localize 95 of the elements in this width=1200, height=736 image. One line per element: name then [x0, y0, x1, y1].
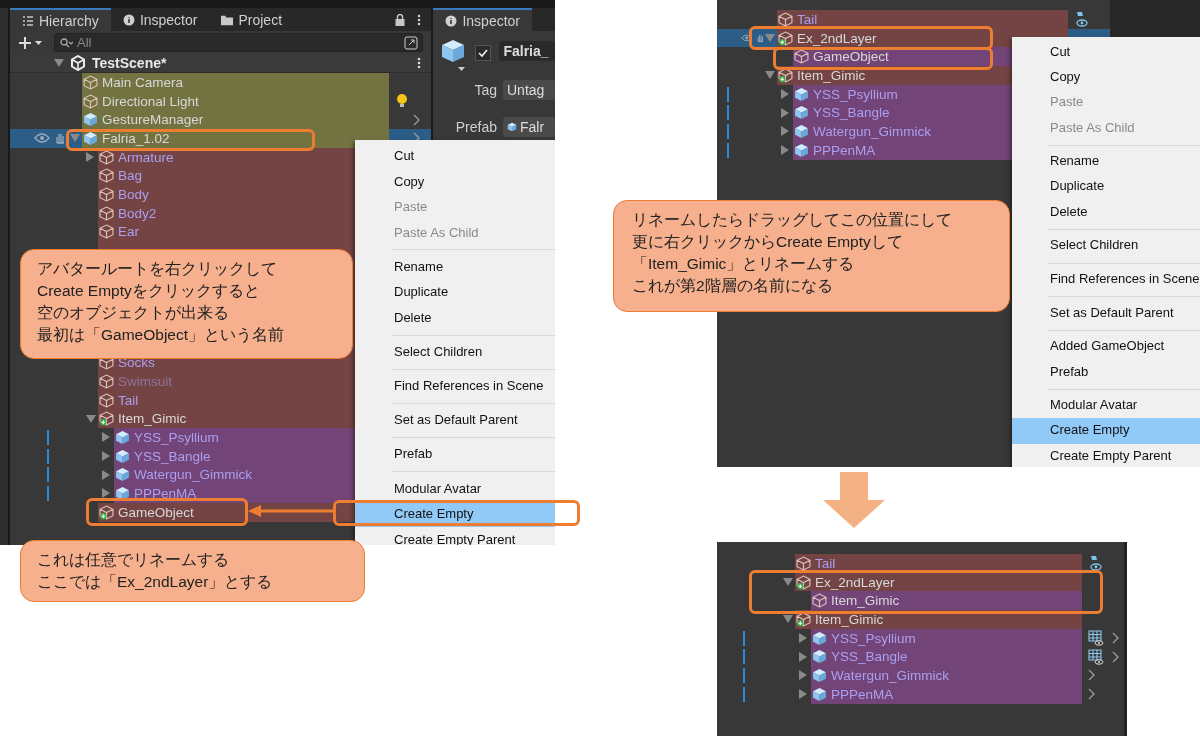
prefab-cube-icon: [794, 86, 809, 102]
field-label: Prefab: [455, 119, 497, 135]
menu-item[interactable]: Prefab: [1012, 359, 1200, 385]
hierarchy-item[interactable]: Item_Gimic: [811, 591, 1082, 611]
prefab-cube-icon: [114, 448, 130, 464]
prefab-cube-icon: [82, 130, 98, 146]
prefab-cube-icon: [812, 630, 827, 646]
maximize-icon[interactable]: [404, 35, 419, 50]
cube-icon: [98, 149, 114, 165]
active-checkbox[interactable]: [475, 45, 492, 61]
folder-icon: [221, 13, 234, 26]
info-icon: [122, 13, 135, 26]
prefab-cube-icon: [794, 142, 809, 158]
cube-icon: [82, 74, 98, 90]
person-eye-icon: [1088, 555, 1102, 572]
cube-icon: [98, 205, 114, 221]
menu-item[interactable]: Select Children: [1012, 233, 1200, 259]
unity-scene-icon: [69, 55, 86, 71]
cube-plus-icon: [796, 611, 811, 627]
cube-plus-icon: [98, 504, 114, 520]
info-icon: [445, 14, 458, 27]
down-arrow: [823, 472, 885, 528]
menu-item[interactable]: Delete: [355, 305, 555, 331]
person-eye-icon: [1074, 11, 1088, 28]
cube-icon: [82, 93, 98, 109]
hand-icon[interactable]: [756, 32, 765, 45]
prefab-cube-icon: [441, 39, 468, 73]
prefab-cube-icon: [812, 649, 827, 665]
chevron-right-icon[interactable]: [1112, 650, 1120, 663]
menu-item[interactable]: Rename: [355, 253, 555, 280]
field-label: Tag: [474, 82, 497, 98]
callout-note: リネームしたらドラッグしてこの位置にして 更に右クリックからCreate Emptyして 「Item_Gimic」とリネームする これが第2階層の名前になる: [613, 200, 1010, 312]
prefab-cube-icon: [82, 112, 98, 128]
cube-icon: [98, 168, 114, 184]
light-bulb-icon: [395, 93, 410, 110]
menu-item[interactable]: Create Empty: [1012, 418, 1200, 444]
cube-icon: [794, 49, 809, 65]
cube-icon: [98, 373, 114, 389]
search-field[interactable]: All: [53, 33, 424, 52]
cube-plus-icon: [98, 411, 114, 427]
expand-arrow-icon[interactable]: [53, 59, 64, 67]
callout-note: アバタールートを右クリックして Create Emptyをクリックすると 空のオブジェクトが出来る 最初は「GameObject」という名前: [20, 249, 353, 359]
list-icon: [21, 14, 34, 27]
grid-eye-icon: [1088, 630, 1104, 647]
chevron-right-icon[interactable]: [1088, 669, 1096, 682]
grid-eye-icon: [1088, 648, 1104, 665]
cube-icon: [778, 11, 793, 27]
hierarchy-item[interactable]: Watergun_Gimmick: [811, 666, 1082, 685]
hierarchy-item[interactable]: Tail: [777, 10, 1068, 29]
prefab-cube-icon: [794, 123, 809, 139]
menu-item[interactable]: Delete: [1012, 199, 1200, 225]
panel-tab[interactable]: Inspector: [433, 8, 533, 31]
cube-plus-icon: [778, 67, 793, 83]
menu-item[interactable]: Duplicate: [1012, 174, 1200, 200]
cube-icon: [812, 593, 827, 609]
menu-item[interactable]: Find References in Scene: [1012, 267, 1200, 293]
scene-name[interactable]: TestScene*: [91, 55, 167, 71]
cube-icon: [98, 224, 114, 240]
cube-icon: [98, 392, 114, 408]
cube-plus-icon: [778, 30, 793, 46]
prefab-cube-icon: [114, 429, 130, 445]
cube-plus-icon: [796, 574, 811, 590]
prefab-cube-icon: [114, 485, 130, 501]
menu-item[interactable]: Set as Default Parent: [1012, 300, 1200, 326]
menu-item[interactable]: Create Empty Parent: [1012, 443, 1200, 467]
lock-icon[interactable]: [395, 13, 406, 26]
prefab-cube-icon: [114, 467, 130, 483]
chevron-right-icon[interactable]: [1088, 688, 1096, 701]
callout-note: これは任意でリネームする ここでは「Ex_2ndLayer」とする: [20, 540, 365, 602]
prefab-cube-icon: [507, 122, 517, 132]
field-value[interactable]: Falr: [503, 117, 555, 137]
prefab-cube-icon: [812, 686, 827, 702]
prefab-cube-icon: [794, 105, 809, 121]
field-value[interactable]: Untag: [503, 80, 555, 100]
prefab-cube-icon: [812, 667, 827, 683]
more-icon[interactable]: [417, 13, 422, 26]
menu-item[interactable]: Added GameObject: [1012, 334, 1200, 360]
cube-icon: [98, 186, 114, 202]
chevron-right-icon[interactable]: [1112, 632, 1120, 645]
panel-tab[interactable]: Hierarchy: [9, 8, 111, 31]
chevron-right-icon[interactable]: [413, 113, 422, 126]
more-icon[interactable]: [417, 57, 422, 69]
visibility-icon[interactable]: [33, 133, 50, 144]
hand-icon[interactable]: [53, 132, 66, 145]
hierarchy-item[interactable]: YSS_Bangle: [811, 647, 1082, 667]
search-icon: [59, 38, 73, 48]
add-dropdown-icon[interactable]: [17, 35, 44, 50]
cube-icon: [796, 555, 811, 571]
name-field[interactable]: Falria_: [499, 41, 555, 61]
hierarchy-item[interactable]: GestureManager: [81, 110, 390, 130]
menu-item[interactable]: Modular Avatar: [1012, 393, 1200, 419]
menu-item[interactable]: Duplicate: [355, 279, 555, 306]
panel-tab[interactable]: Project: [209, 8, 295, 31]
hierarchy-item[interactable]: Main Camera: [81, 73, 390, 92]
panel-tab[interactable]: Inspector: [110, 8, 210, 31]
